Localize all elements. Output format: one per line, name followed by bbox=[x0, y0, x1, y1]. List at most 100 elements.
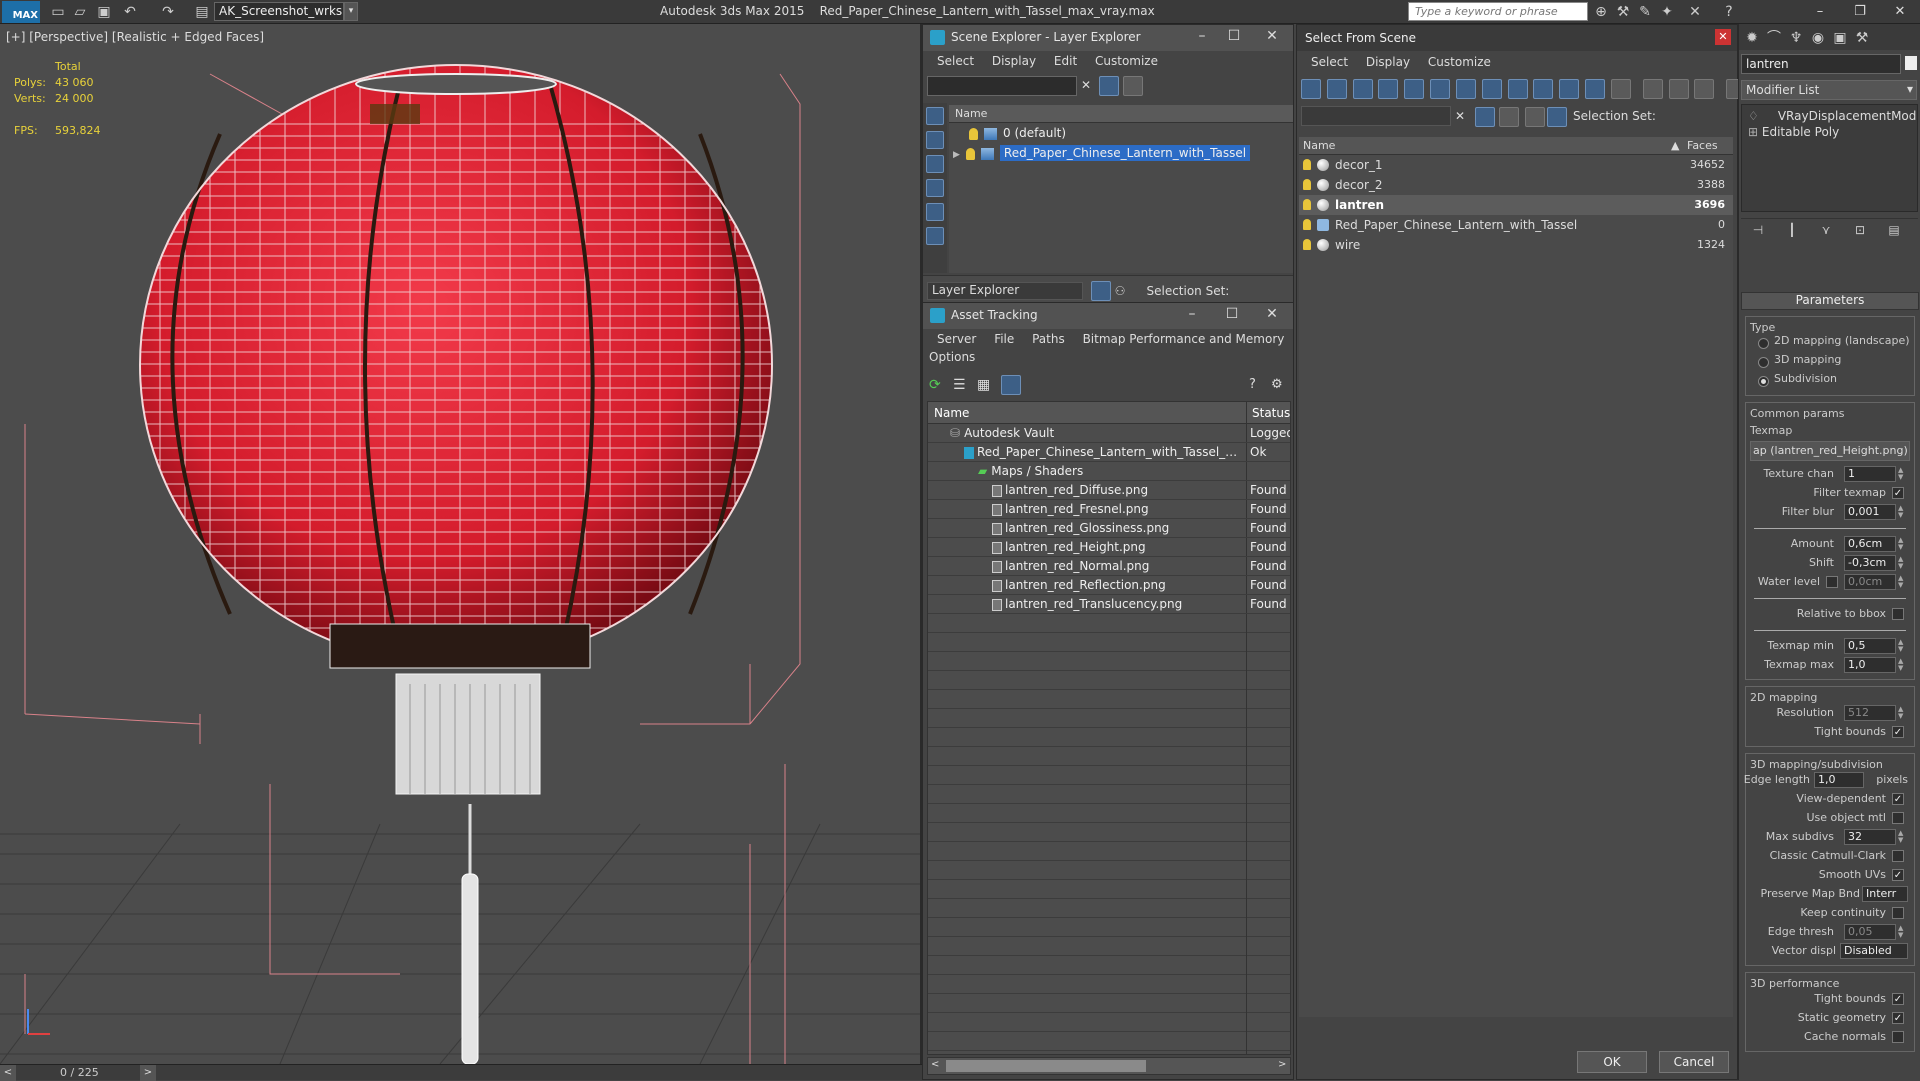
menu-paths[interactable]: Paths bbox=[1032, 332, 1065, 346]
filter-icon[interactable] bbox=[1475, 107, 1495, 127]
asset-row[interactable]: ⛁ Autodesk Vault Logged bbox=[928, 424, 1290, 443]
list-view-icon[interactable]: ☰ bbox=[953, 377, 966, 393]
spinner-icon[interactable]: ▲ ▼ bbox=[1898, 925, 1908, 939]
time-slider[interactable]: < 0 / 225 > bbox=[0, 1064, 922, 1081]
layers-toggle-icon[interactable] bbox=[1525, 107, 1545, 127]
object-row[interactable]: Red_Paper_Chinese_Lantern_with_Tassel 0 bbox=[1299, 215, 1733, 235]
catmull-checkbox[interactable] bbox=[1892, 850, 1904, 862]
table-view-icon[interactable] bbox=[1001, 375, 1021, 395]
search-input[interactable]: Type a keyword or phrase bbox=[1408, 2, 1588, 21]
modifier-list-dropdown[interactable]: Modifier List ▾ bbox=[1741, 80, 1917, 100]
exchange-icon[interactable]: ✕ bbox=[1686, 3, 1704, 21]
object-row[interactable]: wire 1324 bbox=[1299, 235, 1733, 255]
menu-select[interactable]: Select bbox=[1311, 55, 1348, 69]
keep-continuity-checkbox[interactable] bbox=[1892, 907, 1904, 919]
explorer-type-dropdown[interactable]: Layer Explorer bbox=[927, 282, 1083, 300]
type-subdivision-radio[interactable]: Subdivision bbox=[1750, 372, 1910, 391]
asset-row[interactable]: lantren_red_Fresnel.png Found bbox=[928, 500, 1290, 519]
object-row[interactable]: decor_1 34652 bbox=[1299, 155, 1733, 175]
motion-tab-icon[interactable]: ◉ bbox=[1807, 30, 1829, 50]
menu-edit[interactable]: Edit bbox=[1054, 54, 1077, 68]
asset-row[interactable]: lantren_red_Translucency.png Found bbox=[928, 595, 1290, 614]
help-icon[interactable]: ? bbox=[1720, 3, 1738, 21]
layer-explorer-titlebar[interactable]: Scene Explorer - Layer Explorer – ☐ ✕ bbox=[923, 25, 1293, 51]
tight-bounds-3d-checkbox[interactable]: ✓ bbox=[1892, 993, 1904, 1005]
menu-customize[interactable]: Customize bbox=[1428, 55, 1491, 69]
display-lights-icon[interactable] bbox=[926, 155, 944, 173]
asset-row[interactable]: lantren_red_Reflection.png Found bbox=[928, 576, 1290, 595]
containers-filter-icon[interactable] bbox=[1533, 79, 1554, 99]
app-logo[interactable]: MAX bbox=[2, 1, 40, 23]
create-tab-icon[interactable]: ✹ bbox=[1741, 30, 1763, 50]
cache-normals-checkbox[interactable] bbox=[1892, 1031, 1904, 1043]
vector-displ-dropdown[interactable]: Disabled bbox=[1840, 943, 1908, 959]
layer-row[interactable]: ▶ Red_Paper_Chinese_Lantern_with_Tassel bbox=[949, 143, 1293, 163]
maximize-button[interactable]: ☐ bbox=[1221, 28, 1247, 44]
preserve-map-dropdown[interactable]: Interr bbox=[1862, 886, 1908, 902]
use-object-mtl-checkbox[interactable] bbox=[1892, 812, 1904, 824]
maximize-button[interactable]: ❐ bbox=[1840, 0, 1880, 24]
column-name[interactable]: Name bbox=[949, 105, 1293, 123]
light-bulb-icon[interactable] bbox=[1303, 159, 1311, 170]
ok-button[interactable]: OK bbox=[1577, 1051, 1647, 1073]
undo-icon[interactable]: ↶ bbox=[122, 4, 138, 20]
display-shapes-icon[interactable] bbox=[926, 131, 944, 149]
thumbnail-view-icon[interactable]: ▦ bbox=[977, 377, 990, 393]
stack-item[interactable]: ⊞ Editable Poly bbox=[1748, 125, 1911, 141]
new-file-icon[interactable]: ▭ bbox=[50, 4, 66, 20]
asset-row[interactable]: Red_Paper_Chinese_Lantern_with_Tassel_ma… bbox=[928, 443, 1290, 462]
remove-modifier-icon[interactable]: ⊡ bbox=[1843, 223, 1877, 237]
filter-icon[interactable] bbox=[1099, 76, 1119, 96]
menu-bitmap-performance[interactable]: Bitmap Performance and Memory bbox=[1083, 332, 1285, 346]
texmap-button[interactable]: ap (lantren_red_Height.png) bbox=[1750, 441, 1910, 461]
refresh-icon[interactable]: ⟳ bbox=[929, 377, 941, 393]
select-invert-icon[interactable] bbox=[1694, 79, 1715, 99]
frozen-filter-icon[interactable] bbox=[1559, 79, 1580, 99]
menu-customize[interactable]: Customize bbox=[1095, 54, 1158, 68]
layer-options-icon[interactable] bbox=[1499, 107, 1519, 127]
spinner-icon[interactable]: ▲ ▼ bbox=[1898, 639, 1908, 653]
utilities-tab-icon[interactable]: ⚒ bbox=[1851, 30, 1873, 50]
type-2d-radio[interactable]: 2D mapping (landscape) bbox=[1750, 334, 1910, 353]
texmap-min-input[interactable]: 0,5 bbox=[1844, 638, 1896, 654]
menu-display[interactable]: Display bbox=[992, 54, 1036, 68]
menu-file[interactable]: File bbox=[994, 332, 1014, 346]
redo-icon[interactable]: ↷ bbox=[160, 4, 176, 20]
save-icon[interactable]: ▣ bbox=[96, 4, 112, 20]
pin-stack-icon[interactable]: ⊣ bbox=[1741, 223, 1775, 237]
minimize-button[interactable]: – bbox=[1179, 306, 1205, 322]
project-folder-icon[interactable]: ▤ bbox=[194, 4, 210, 20]
scroll-thumb[interactable] bbox=[946, 1060, 1146, 1072]
asset-row[interactable]: lantren_red_Normal.png Found bbox=[928, 557, 1290, 576]
find-input[interactable] bbox=[1301, 106, 1451, 126]
spinner-icon[interactable]: ▲ ▼ bbox=[1898, 467, 1908, 481]
hidden-filter-icon[interactable] bbox=[1585, 79, 1606, 99]
geometry-filter-icon[interactable] bbox=[1301, 79, 1321, 99]
lights-filter-icon[interactable] bbox=[1352, 79, 1373, 99]
select-from-scene-titlebar[interactable]: Select From Scene ✕ bbox=[1297, 25, 1737, 51]
water-level-input[interactable]: 0,0cm bbox=[1844, 574, 1896, 590]
water-level-checkbox[interactable] bbox=[1826, 576, 1838, 588]
help-icon[interactable]: ? bbox=[1249, 377, 1256, 392]
make-unique-icon[interactable]: ⋎ bbox=[1809, 223, 1843, 237]
view-dependent-checkbox[interactable]: ✓ bbox=[1892, 793, 1904, 805]
object-row[interactable]: decor_2 3388 bbox=[1299, 175, 1733, 195]
clear-icon[interactable]: ✕ bbox=[1081, 78, 1091, 92]
resolution-input[interactable]: 512 bbox=[1844, 705, 1896, 721]
spacewarps-filter-icon[interactable] bbox=[1430, 79, 1451, 99]
settings-icon[interactable]: ⚙ bbox=[1271, 377, 1283, 392]
edge-length-input[interactable]: 1,0 bbox=[1814, 772, 1864, 788]
minimize-button[interactable]: – bbox=[1189, 28, 1215, 44]
select-none-icon[interactable] bbox=[1668, 79, 1689, 99]
light-bulb-icon[interactable] bbox=[965, 147, 975, 160]
spinner-icon[interactable]: ▲ ▼ bbox=[1898, 556, 1908, 570]
menu-select[interactable]: Select bbox=[937, 54, 974, 68]
modify-tab-icon[interactable]: ⌒ bbox=[1763, 27, 1785, 47]
display-tab-icon[interactable]: ▣ bbox=[1829, 30, 1851, 50]
amount-input[interactable]: 0,6cm bbox=[1844, 536, 1896, 552]
filter-texmap-checkbox[interactable]: ✓ bbox=[1892, 487, 1904, 499]
light-bulb-icon[interactable] bbox=[1303, 179, 1311, 190]
spinner-icon[interactable]: ▲ ▼ bbox=[1898, 505, 1908, 519]
relative-bbox-checkbox[interactable] bbox=[1892, 608, 1904, 620]
static-geometry-checkbox[interactable]: ✓ bbox=[1892, 1012, 1904, 1024]
